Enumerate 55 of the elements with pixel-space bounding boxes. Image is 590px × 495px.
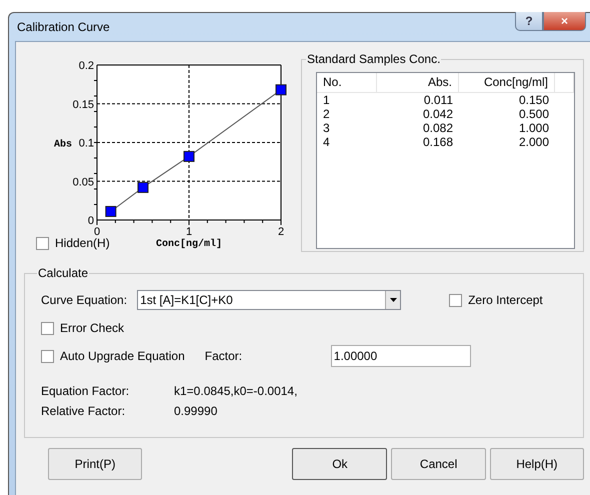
data-point: [105, 206, 116, 217]
checkbox[interactable]: [449, 294, 462, 306]
table-cell-text: 0.500: [518, 107, 550, 121]
dialog-button[interactable]: Help(H): [490, 448, 584, 480]
tick-label: 1: [186, 226, 192, 238]
field-label: Relative Factor:: [41, 404, 126, 418]
table-cell-text: 4: [322, 135, 331, 149]
error-check-checkbox[interactable]: Error Check: [41, 321, 124, 335]
checkbox[interactable]: [36, 236, 49, 250]
equation-dropdown[interactable]: 1st [A]=K1[C]+K0: [137, 290, 402, 310]
tick-label: 0: [88, 215, 94, 227]
column-header[interactable]: Abs.: [377, 73, 459, 92]
column-header[interactable]: Conc[ng/ml]: [459, 73, 555, 92]
samples-list[interactable]: No. Abs. Conc[ng/ml] 1 0.011 0.150 2 0.042 0.500 3 0.082 1.000 4 0.168 2.000: [316, 72, 575, 249]
table-cell-text: 2: [322, 107, 331, 121]
tick-label: 0.2: [78, 60, 94, 72]
tick-label: 0.15: [72, 98, 94, 111]
table-cell-text: 0.011: [422, 93, 454, 107]
group-title: Calculate: [37, 266, 90, 280]
table-cell-text: 0.168: [422, 135, 454, 149]
table-cell-text: 3: [322, 121, 331, 135]
table-cell-text: 0.082: [422, 121, 454, 135]
field-label: Factor:: [204, 349, 244, 363]
table-cell-text: 1: [322, 93, 331, 107]
field-label: Curve Equation:: [41, 293, 128, 307]
dialog-button[interactable]: Ok: [292, 448, 388, 480]
data-point: [276, 84, 286, 96]
field-label: Equation Factor:: [41, 384, 130, 398]
group-title: Standard Samples Conc.: [306, 52, 442, 66]
data-point: [138, 182, 148, 193]
tick-label: 2: [278, 226, 284, 238]
relative-factor-value: 0.99990: [174, 404, 218, 418]
axis-title: Abs: [54, 140, 72, 150]
dialog-button[interactable]: Cancel: [391, 448, 486, 480]
data-point: [184, 150, 194, 162]
tick-label: 0.1: [78, 138, 94, 150]
table-cell-text: 1.000: [518, 121, 550, 135]
dialog-button[interactable]: Print(P): [48, 448, 142, 480]
table-cell-text: 2.000: [518, 135, 550, 149]
tick-label: 0.05: [72, 176, 94, 188]
factor-field[interactable]: 1.00000: [330, 345, 471, 367]
table-cell-text: 0.150: [518, 93, 550, 107]
caret-icon: [390, 298, 397, 302]
checkbox[interactable]: [41, 350, 54, 362]
checkbox[interactable]: [41, 322, 54, 334]
help-button[interactable]: ?: [515, 12, 543, 31]
table-cell-text: 0.042: [422, 107, 454, 121]
column-header[interactable]: No.: [317, 73, 377, 92]
hidden-checkbox[interactable]: Hidden(H): [36, 236, 110, 250]
auto-upgrade-checkbox[interactable]: Auto Upgrade Equation: [41, 349, 185, 363]
equation-factor-value: k1=0.0845,k0=-0.0014,: [174, 384, 298, 398]
zero-intercept-checkbox[interactable]: Zero Intercept: [449, 293, 543, 307]
axis-title: Conc[ng/ml]: [156, 239, 222, 250]
window-title: Calibration Curve: [17, 20, 110, 34]
tick-label: 0: [94, 226, 100, 238]
